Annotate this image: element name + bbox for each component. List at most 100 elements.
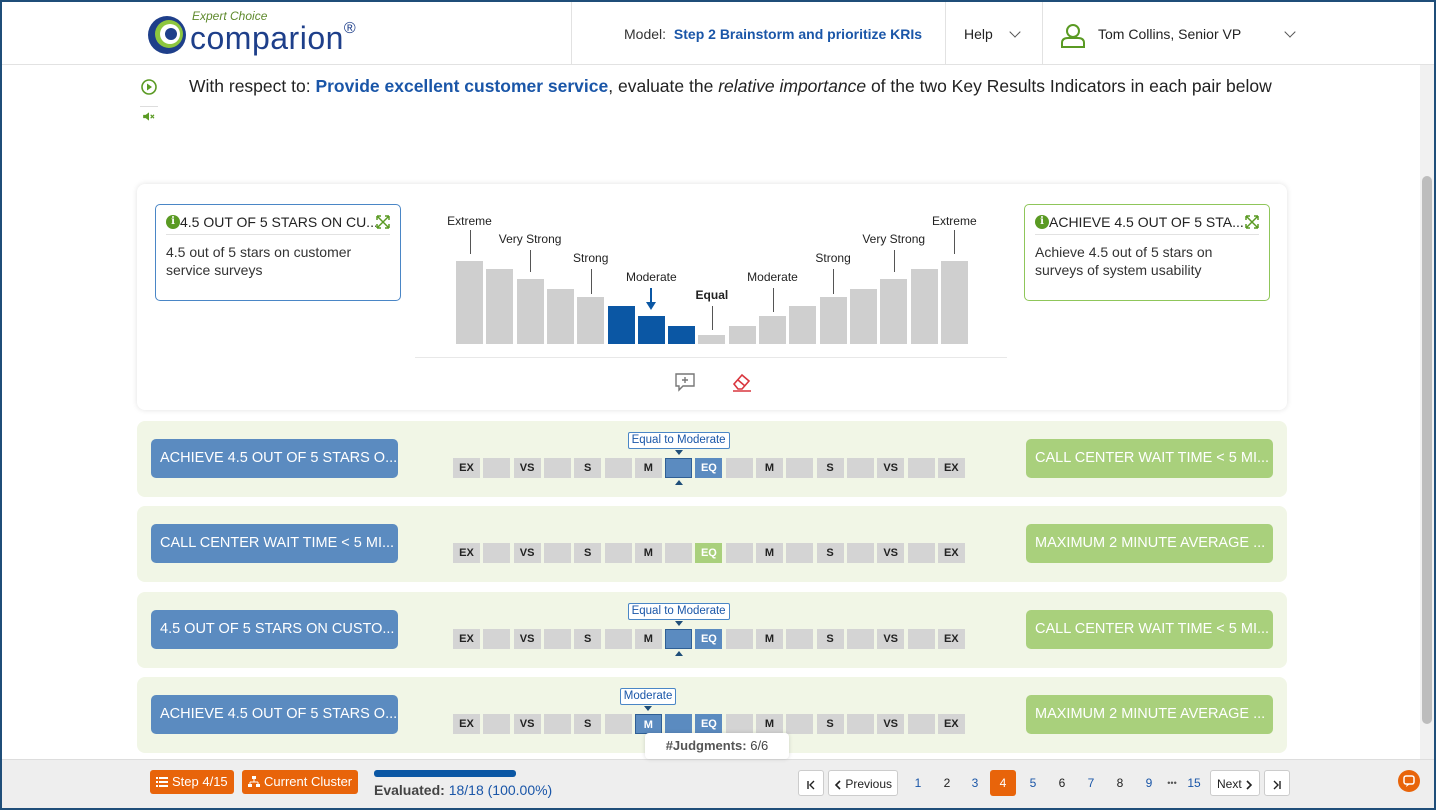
scale-cell[interactable] <box>543 458 571 478</box>
scale-cell[interactable]: EX <box>937 543 965 563</box>
eraser-icon[interactable] <box>731 372 753 392</box>
scale-cell[interactable] <box>846 543 874 563</box>
judgment-bar[interactable] <box>698 335 726 344</box>
scale-cell[interactable] <box>725 543 753 563</box>
scale-cell[interactable]: M <box>634 543 662 563</box>
next-button[interactable]: Next <box>1210 770 1260 796</box>
scale-cell[interactable] <box>907 714 935 734</box>
scale-cell[interactable] <box>665 629 693 649</box>
judgment-bar[interactable] <box>577 297 605 344</box>
scale-cell[interactable]: VS <box>513 629 541 649</box>
scale-cell[interactable] <box>846 714 874 734</box>
scale-cell[interactable] <box>907 629 935 649</box>
scale-cell[interactable]: EX <box>453 458 480 478</box>
pair-left-node-button[interactable]: 4.5 OUT OF 5 STARS ON CUSTO... <box>151 610 398 649</box>
scale-cell[interactable] <box>543 629 571 649</box>
scale-cell[interactable]: S <box>816 543 844 563</box>
scale-cell[interactable] <box>786 714 814 734</box>
page-15-button[interactable]: 15 <box>1184 770 1204 796</box>
scale-cell[interactable] <box>483 714 511 734</box>
scale-cell[interactable]: M <box>634 629 662 649</box>
scale-cell[interactable]: S <box>574 543 602 563</box>
judgment-bar[interactable] <box>728 326 756 344</box>
scale-cell[interactable] <box>604 714 632 734</box>
model-name-link[interactable]: Step 2 Brainstorm and prioritize KRIs <box>674 26 922 42</box>
scale-cell[interactable]: EX <box>453 714 480 734</box>
mute-icon[interactable] <box>140 106 158 124</box>
scale-cell[interactable]: VS <box>877 458 905 478</box>
scale-cell[interactable] <box>846 629 874 649</box>
objective-link[interactable]: Provide excellent customer service <box>315 76 608 96</box>
page-1-button[interactable]: 1 <box>908 770 928 796</box>
scale-cell[interactable]: M <box>756 714 783 734</box>
comment-icon[interactable] <box>674 372 696 392</box>
scale-cell[interactable] <box>483 543 511 563</box>
judgment-bar[interactable] <box>759 316 786 344</box>
judgment-bar[interactable] <box>910 269 938 344</box>
page-8-button[interactable]: 8 <box>1110 770 1130 796</box>
page-5-button[interactable]: 5 <box>1023 770 1043 796</box>
page-9-button[interactable]: 9 <box>1139 770 1159 796</box>
scale-cell[interactable]: S <box>816 714 844 734</box>
scale-cell[interactable] <box>543 543 571 563</box>
page-3-button[interactable]: 3 <box>965 770 985 796</box>
scale-cell[interactable]: M <box>756 629 783 649</box>
scale-cell[interactable]: S <box>816 629 844 649</box>
pair-left-node-button[interactable]: CALL CENTER WAIT TIME < 5 MI... <box>151 524 398 563</box>
scale-cell[interactable] <box>604 629 632 649</box>
scale-cell[interactable]: EQ <box>695 458 723 478</box>
scale-cell[interactable] <box>725 458 753 478</box>
judgment-bar[interactable] <box>789 306 817 344</box>
scale-cell[interactable]: EX <box>937 714 965 734</box>
scrollbar-thumb[interactable] <box>1422 176 1432 724</box>
pair-right-node-button[interactable]: CALL CENTER WAIT TIME < 5 MI... <box>1026 610 1273 649</box>
judgment-bar[interactable] <box>546 289 574 344</box>
scale-cell[interactable] <box>604 543 632 563</box>
scale-cell[interactable] <box>786 629 814 649</box>
scale-cell[interactable] <box>665 543 693 563</box>
scale-cell[interactable]: EX <box>937 458 965 478</box>
judgment-bar[interactable] <box>456 261 483 344</box>
judgment-bar[interactable] <box>516 279 544 344</box>
page-7-button[interactable]: 7 <box>1081 770 1101 796</box>
scale-cell[interactable]: EX <box>453 629 480 649</box>
pair-right-node-button[interactable]: CALL CENTER WAIT TIME < 5 MI... <box>1026 439 1273 478</box>
last-page-button[interactable] <box>1264 770 1290 796</box>
judgment-bar[interactable] <box>940 261 968 344</box>
page-4-button[interactable]: 4 <box>990 770 1016 796</box>
expand-icon[interactable] <box>1245 215 1259 229</box>
scale-cell[interactable]: M <box>634 458 662 478</box>
scale-cell[interactable]: S <box>574 458 602 478</box>
scale-cell[interactable]: EX <box>453 543 480 563</box>
judgment-bar[interactable] <box>880 279 908 344</box>
step-button[interactable]: Step 4/15 <box>150 770 234 794</box>
pair-right-node-button[interactable]: MAXIMUM 2 MINUTE AVERAGE ... <box>1026 695 1273 734</box>
previous-button[interactable]: Previous <box>828 770 898 796</box>
scale-cell[interactable]: EQ <box>695 714 723 734</box>
scale-cell[interactable] <box>907 458 935 478</box>
help-menu[interactable]: Help <box>964 26 1021 42</box>
comparion-logo[interactable]: Expert Choice comparion® <box>146 8 366 62</box>
scale-cell[interactable] <box>483 629 511 649</box>
scale-cell[interactable]: VS <box>513 458 541 478</box>
judgment-bar[interactable] <box>819 297 847 344</box>
scale-cell[interactable] <box>543 714 571 734</box>
scale-cell[interactable]: VS <box>877 543 905 563</box>
judgment-bar[interactable] <box>668 326 696 344</box>
scale-cell[interactable]: EX <box>937 629 965 649</box>
scale-cell[interactable] <box>786 543 814 563</box>
scale-cell[interactable] <box>604 458 632 478</box>
scale-cell[interactable]: VS <box>877 629 905 649</box>
scale-cell[interactable] <box>665 714 693 734</box>
judgment-bar[interactable] <box>637 316 665 344</box>
scale-cell[interactable] <box>786 458 814 478</box>
pair-left-node-button[interactable]: ACHIEVE 4.5 OUT OF 5 STARS O... <box>151 695 398 734</box>
pair-left-node-button[interactable]: ACHIEVE 4.5 OUT OF 5 STARS O... <box>151 439 398 478</box>
scale-cell[interactable]: M <box>756 543 783 563</box>
page-6-button[interactable]: 6 <box>1052 770 1072 796</box>
judgment-bar[interactable] <box>486 269 514 344</box>
scale-cell[interactable] <box>483 458 511 478</box>
scale-cell[interactable]: EQ <box>695 629 723 649</box>
page-2-button[interactable]: 2 <box>937 770 957 796</box>
scale-cell[interactable] <box>665 458 693 478</box>
